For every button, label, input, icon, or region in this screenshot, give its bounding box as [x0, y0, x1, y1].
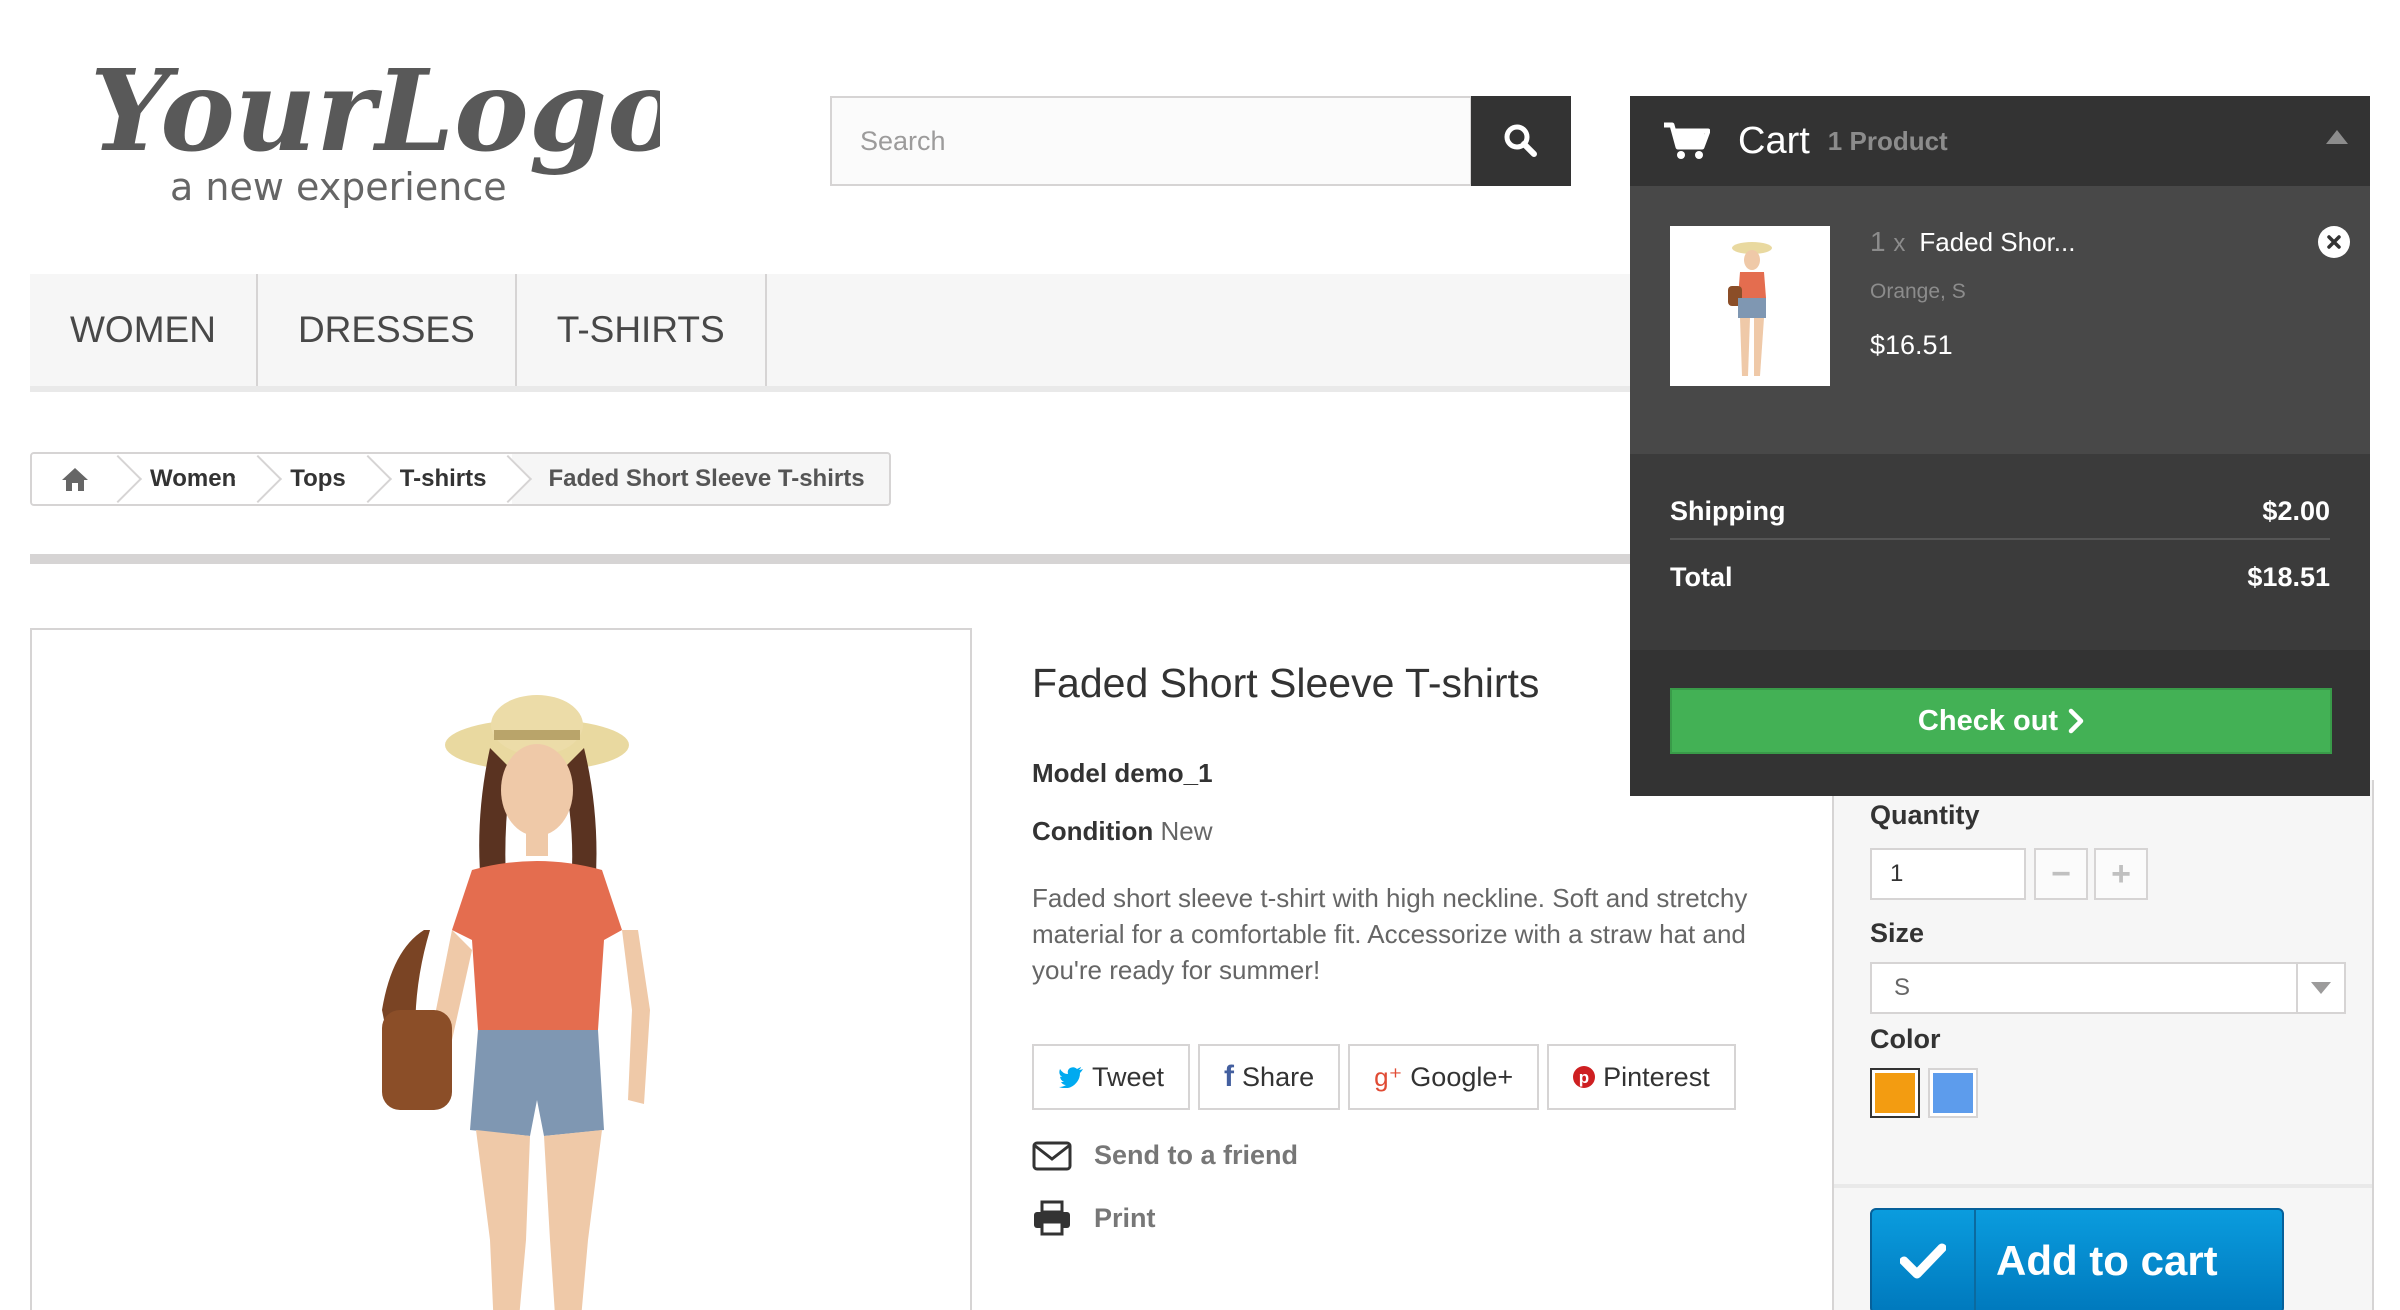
cart-item-name[interactable]: Faded Shor... — [1919, 227, 2075, 258]
search-button[interactable] — [1471, 96, 1571, 186]
share-button[interactable]: f Share — [1198, 1044, 1341, 1110]
total-value: $18.51 — [2247, 562, 2330, 592]
cart-item-price: $16.51 — [1870, 330, 1953, 360]
breadcrumb: Women Tops T-shirts Faded Short Sleeve T… — [30, 452, 891, 506]
cart-product-count: 1 Product — [1827, 125, 1948, 156]
shipping-label: Shipping — [1670, 496, 1786, 526]
cart-item-attributes: Orange, S — [1870, 280, 1966, 303]
color-swatch-blue[interactable] — [1928, 1068, 1978, 1118]
menu-item-dresses[interactable]: DRESSES — [258, 274, 517, 386]
buy-block-separator — [1834, 1184, 2372, 1188]
swatch-fill-orange — [1875, 1073, 1915, 1113]
pinterest-icon: p — [1573, 1066, 1596, 1088]
totals-divider — [1670, 538, 2330, 540]
menu-item-tshirts[interactable]: T-SHIRTS — [517, 274, 767, 386]
logo-text: YourLogo — [90, 46, 660, 177]
add-to-cart-label: Add to cart — [1996, 1237, 2218, 1284]
product-title: Faded Short Sleeve T-shirts — [1032, 660, 1540, 706]
logo-tagline: a new experience — [170, 165, 507, 209]
minus-icon: − — [2051, 854, 2071, 893]
product-image[interactable] — [30, 628, 972, 1310]
google-plus-icon: g⁺ — [1374, 1061, 1403, 1092]
total-label: Total — [1670, 562, 1733, 592]
site-logo[interactable]: YourLogo a new experience — [80, 40, 660, 210]
breadcrumb-women[interactable]: Women — [122, 454, 263, 504]
product-photo — [32, 630, 970, 1310]
quantity-decrease-button[interactable]: − — [2034, 848, 2088, 900]
size-selected-value: S — [1894, 974, 1911, 1001]
model-label: Model — [1032, 758, 1108, 788]
size-label: Size — [1870, 918, 1925, 948]
pinterest-button[interactable]: p Pinterest — [1547, 1044, 1736, 1110]
cart-title: Cart — [1738, 119, 1810, 162]
checkmark-icon — [1872, 1210, 1976, 1310]
twitter-icon — [1059, 1067, 1083, 1088]
send-to-friend-link[interactable]: Send to a friend — [1032, 1140, 1298, 1171]
cart-totals — [1630, 454, 2370, 650]
print-label: Print — [1094, 1202, 1156, 1233]
cart-total-row: Total $18.51 — [1670, 562, 2330, 593]
content-divider — [30, 554, 1640, 564]
size-select[interactable]: S — [1870, 962, 2346, 1014]
google-plus-button[interactable]: g⁺ Google+ — [1348, 1044, 1540, 1110]
tweet-button[interactable]: Tweet — [1032, 1044, 1191, 1110]
envelope-icon — [1032, 1141, 1072, 1170]
close-icon — [2327, 235, 2341, 249]
svg-text:p: p — [1579, 1068, 1589, 1087]
shopping-cart-icon — [1664, 122, 1710, 159]
checkout-label: Check out — [1917, 704, 2059, 737]
cart-item-thumbnail[interactable] — [1670, 226, 1830, 386]
color-swatch-orange[interactable] — [1870, 1068, 1920, 1118]
condition-value: New — [1160, 816, 1213, 846]
quantity-input[interactable] — [1870, 848, 2026, 900]
breadcrumb-current: Faded Short Sleeve T-shirts — [512, 454, 889, 504]
pinterest-label: Pinterest — [1603, 1061, 1710, 1092]
add-to-cart-button[interactable]: Add to cart — [1870, 1208, 2284, 1310]
menu-item-women[interactable]: WOMEN — [30, 274, 258, 386]
google-plus-label: Google+ — [1410, 1061, 1514, 1092]
social-sharing: Tweet f Share g⁺ Google+ p Pinterest — [1032, 1044, 1736, 1110]
remove-item-button[interactable] — [2318, 226, 2350, 258]
condition-label: Condition — [1032, 816, 1154, 846]
tweet-label: Tweet — [1092, 1061, 1165, 1092]
chevron-up-icon — [2326, 130, 2348, 144]
model-value: demo_1 — [1114, 758, 1213, 788]
cart-shipping-row: Shipping $2.00 — [1670, 496, 2330, 527]
facebook-icon: f — [1224, 1060, 1235, 1093]
plus-icon: + — [2111, 854, 2131, 893]
search-input[interactable] — [830, 96, 1472, 186]
search-icon — [1504, 124, 1537, 157]
quantity-increase-button[interactable]: + — [2094, 848, 2148, 900]
checkout-button[interactable]: Check out — [1670, 688, 2332, 754]
printer-icon — [1034, 1200, 1070, 1236]
swatch-fill-blue — [1933, 1073, 1973, 1113]
product-description: Faded short sleeve t-shirt with high nec… — [1032, 883, 1748, 985]
product-model: Model demo_1 — [1032, 758, 1213, 789]
share-label: Share — [1242, 1061, 1315, 1092]
shipping-value: $2.00 — [2262, 496, 2330, 526]
cart-header[interactable]: Cart 1 Product — [1630, 96, 2370, 186]
home-icon — [62, 468, 88, 491]
color-label: Color — [1870, 1024, 1941, 1054]
top-menu: WOMEN DRESSES T-SHIRTS — [30, 274, 1640, 392]
print-link[interactable]: Print — [1032, 1200, 1156, 1236]
quantity-label: Quantity — [1870, 800, 1980, 830]
send-to-friend-label: Send to a friend — [1094, 1140, 1299, 1170]
product-condition: Condition New — [1032, 816, 1213, 847]
breadcrumb-tshirts[interactable]: T-shirts — [371, 454, 513, 504]
cart-item-quantity: 1 x — [1870, 226, 1906, 257]
chevron-down-icon — [2296, 964, 2344, 1012]
cart-item-line: 1 x Faded Shor... — [1870, 226, 2075, 258]
breadcrumb-home[interactable] — [32, 454, 122, 504]
cart-item-photo — [1670, 226, 1830, 386]
chevron-right-icon — [2068, 708, 2084, 734]
